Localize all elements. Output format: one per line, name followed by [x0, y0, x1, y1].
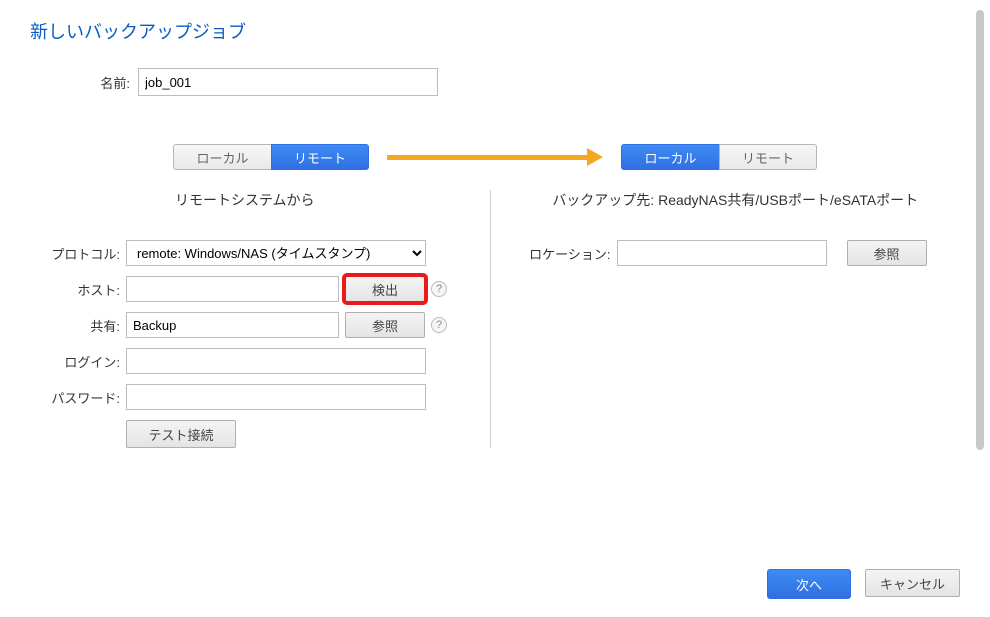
browse-location-button[interactable]: 参照	[847, 240, 927, 266]
dest-column: バックアップ先: ReadyNAS共有/USBポート/eSATAポート ロケーシ…	[491, 190, 961, 448]
dest-segment: ローカル リモート	[621, 144, 817, 170]
name-row: 名前:	[90, 68, 960, 96]
source-dest-segment-row: ローカル リモート ローカル リモート	[30, 144, 960, 170]
columns: リモートシステムから プロトコル: remote: Windows/NAS (タ…	[30, 190, 960, 448]
browse-share-button[interactable]: 参照	[345, 312, 425, 338]
name-label: 名前:	[90, 73, 130, 92]
name-input[interactable]	[138, 68, 438, 96]
help-icon[interactable]: ?	[431, 281, 447, 297]
share-input[interactable]	[126, 312, 339, 338]
login-input[interactable]	[126, 348, 426, 374]
footer: 次へ キャンセル	[767, 569, 960, 599]
dest-heading: バックアップ先: ReadyNAS共有/USBポート/eSATAポート	[521, 190, 951, 210]
source-segment: ローカル リモート	[173, 144, 369, 170]
dialog-title: 新しいバックアップジョブ	[30, 18, 960, 44]
dest-local-tab[interactable]: ローカル	[621, 144, 719, 170]
location-input[interactable]	[617, 240, 827, 266]
protocol-select[interactable]: remote: Windows/NAS (タイムスタンプ)	[126, 240, 426, 266]
cancel-button[interactable]: キャンセル	[865, 569, 960, 597]
password-label: パスワード:	[30, 388, 120, 407]
source-remote-tab[interactable]: リモート	[271, 144, 369, 170]
location-row: ロケーション: 参照	[521, 240, 951, 266]
test-connection-row: テスト接続	[126, 420, 460, 448]
arrow-icon	[387, 148, 603, 166]
share-label: 共有:	[30, 316, 120, 335]
password-row: パスワード:	[30, 384, 460, 410]
backup-job-dialog: 新しいバックアップジョブ 名前: ローカル リモート ローカル リモート リモー…	[0, 0, 990, 617]
dest-remote-tab[interactable]: リモート	[719, 144, 817, 170]
login-label: ログイン:	[30, 352, 120, 371]
protocol-label: プロトコル:	[30, 244, 120, 263]
source-heading: リモートシステムから	[30, 190, 460, 210]
help-icon[interactable]: ?	[431, 317, 447, 333]
detect-button[interactable]: 検出	[345, 276, 425, 302]
host-row: ホスト: 検出 ?	[30, 276, 460, 302]
source-column: リモートシステムから プロトコル: remote: Windows/NAS (タ…	[30, 190, 491, 448]
test-connection-button[interactable]: テスト接続	[126, 420, 236, 448]
next-button[interactable]: 次へ	[767, 569, 851, 599]
source-local-tab[interactable]: ローカル	[173, 144, 271, 170]
scrollbar[interactable]	[976, 10, 984, 450]
host-input[interactable]	[126, 276, 339, 302]
protocol-row: プロトコル: remote: Windows/NAS (タイムスタンプ)	[30, 240, 460, 266]
share-row: 共有: 参照 ?	[30, 312, 460, 338]
host-label: ホスト:	[30, 280, 120, 299]
password-input[interactable]	[126, 384, 426, 410]
location-label: ロケーション:	[521, 244, 611, 263]
login-row: ログイン:	[30, 348, 460, 374]
